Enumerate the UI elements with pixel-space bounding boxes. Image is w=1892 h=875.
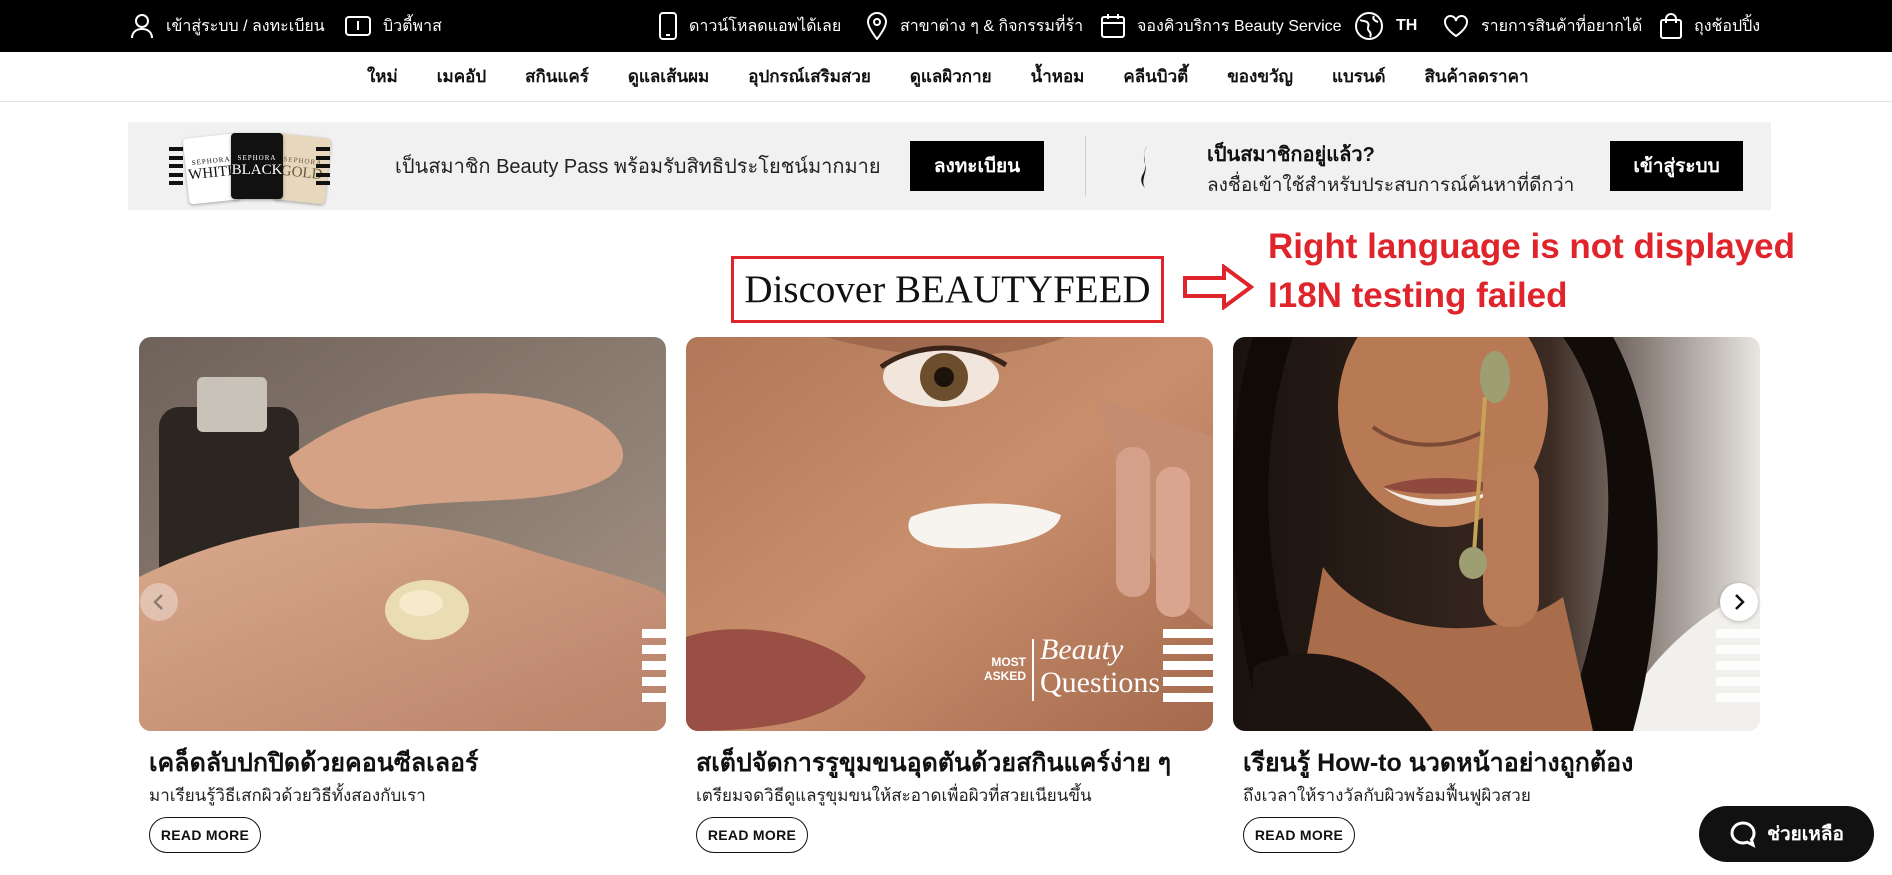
pass-card-icon	[345, 16, 371, 36]
article-card-concealer: เคล็ดลับปกปิดด้วยคอนซีลเลอร์ มาเรียนรู้ว…	[139, 337, 666, 853]
chat-bubble-icon	[1730, 821, 1756, 848]
login-register-label: เข้าสู่ระบบ / ลงทะเบียน	[166, 17, 325, 35]
language-label: TH	[1396, 17, 1418, 34]
banner-divider	[1085, 136, 1086, 196]
member-title: เป็นสมาชิกอยู่แล้ว?	[1207, 144, 1375, 166]
language-selector[interactable]: TH	[1354, 0, 1417, 52]
article-card-face-massage: เรียนรู้ How-to นวดหน้าอย่างถูกต้อง ถึงเ…	[1233, 337, 1760, 853]
login-register-link[interactable]: เข้าสู่ระบบ / ลงทะเบียน	[130, 0, 325, 52]
beauty-pass-label: บิวตี้พาส	[383, 17, 442, 35]
nav-item-haircare[interactable]: ดูแลเส้นผม	[628, 63, 709, 90]
sephora-stripes-logo-right	[316, 147, 330, 185]
article-image-pores[interactable]: MOST ASKED Beauty Questions	[686, 337, 1213, 731]
face-roller-photo	[1233, 337, 1760, 731]
login-button[interactable]: เข้าสู่ระบบ	[1610, 141, 1743, 191]
user-icon	[131, 14, 153, 39]
article-subtitle: ถึงเวลาให้รางวัลกับผิวพร้อมฟื้นฟูผิวสวย	[1243, 786, 1531, 805]
read-more-button[interactable]: READ MORE	[696, 817, 808, 853]
stores-events-link[interactable]: สาขาต่าง ๆ & กิจกรรมที่ร้า	[866, 0, 1083, 52]
annotation-line-1: Right language is not displayed	[1268, 227, 1795, 266]
article-title[interactable]: เคล็ดลับปกปิดด้วยคอนซีลเลอร์	[149, 743, 478, 783]
most-asked-badge: MOST ASKED	[983, 655, 1026, 683]
black-tier-card: SEPHORA BLACK	[231, 133, 283, 199]
chevron-left-icon	[153, 594, 163, 610]
article-title[interactable]: เรียนรู้ How-to นวดหน้าอย่างถูกต้อง	[1243, 743, 1633, 783]
overlay-beauty-word: Beauty	[1040, 633, 1124, 666]
sephora-flame-logo	[1141, 146, 1147, 188]
read-more-button[interactable]: READ MORE	[149, 817, 261, 853]
download-app-link[interactable]: ดาวน์โหลดแอพได้เลย	[659, 0, 841, 52]
sephora-stripes-logo	[169, 147, 183, 185]
register-button[interactable]: ลงทะเบียน	[910, 141, 1044, 191]
category-nav: ใหม่ เมคอัป สกินแคร์ ดูแลเส้นผม อุปกรณ์เ…	[0, 52, 1892, 102]
annotation-line-2: I18N testing failed	[1268, 276, 1568, 315]
nav-item-makeup[interactable]: เมคอัป	[437, 63, 486, 90]
article-subtitle: มาเรียนรู้วิธีเสกผิวด้วยวิธีทั้งสองกับเร…	[149, 786, 426, 805]
download-app-label: ดาวน์โหลดแอพได้เลย	[689, 17, 842, 35]
article-title[interactable]: สเต็ปจัดการรูขุมขนอุดตันด้วยสกินแคร์ง่าย…	[696, 743, 1171, 783]
article-card-pores: MOST ASKED Beauty Questions สเต็ปจัดการร…	[686, 337, 1213, 853]
help-chat-button[interactable]: ช่วยเหลือ	[1699, 806, 1874, 862]
shopping-bag-label: ถุงช้อปปิ้ง	[1694, 17, 1761, 35]
book-service-link[interactable]: จองคิวบริการ Beauty Service	[1101, 0, 1342, 52]
concealer-photo	[139, 337, 666, 731]
sephora-stripes-overlay	[1716, 629, 1760, 702]
wishlist-link[interactable]: รายการสินค้าที่อยากได้	[1443, 0, 1642, 52]
nav-item-bodycare[interactable]: ดูแลผิวกาย	[910, 63, 992, 90]
shopping-bag-icon	[1660, 13, 1682, 39]
nav-item-brands[interactable]: แบรนด์	[1332, 63, 1386, 90]
beautyfeed-title-highlight: Discover BEAUTYFEED	[731, 256, 1164, 323]
globe-icon	[1355, 12, 1383, 40]
shopping-bag-link[interactable]: ถุงช้อปปิ้ง	[1660, 0, 1760, 52]
nav-item-new[interactable]: ใหม่	[367, 63, 398, 90]
article-image-concealer[interactable]	[139, 337, 666, 731]
beauty-pass-promo-text: เป็นสมาชิก Beauty Pass พร้อมรับสิทธิประโ…	[395, 156, 881, 178]
article-image-face-massage[interactable]	[1233, 337, 1760, 731]
utility-bar: เข้าสู่ระบบ / ลงทะเบียน บิวตี้พาส ดาวน์โ…	[0, 0, 1892, 52]
nav-item-skincare[interactable]: สกินแคร์	[525, 63, 589, 90]
nav-item-fragrance[interactable]: น้ำหอม	[1031, 63, 1085, 90]
book-service-label: จองคิวบริการ Beauty Service	[1137, 17, 1342, 35]
help-label: ช่วยเหลือ	[1767, 824, 1844, 845]
overlay-divider	[1032, 639, 1034, 701]
mobile-phone-icon	[659, 12, 677, 40]
overlay-questions-word: Questions	[1040, 666, 1160, 699]
nav-item-clean-beauty[interactable]: คลีนบิวตี้	[1123, 63, 1188, 90]
annotation-arrow-icon	[1183, 264, 1254, 310]
nav-item-gifts[interactable]: ของขวัญ	[1227, 63, 1293, 90]
heart-icon	[1444, 15, 1468, 38]
nav-item-sale[interactable]: สินค้าลดราคา	[1425, 63, 1529, 90]
sephora-stripes-overlay	[642, 629, 666, 702]
section-title: Discover BEAUTYFEED	[744, 268, 1151, 311]
location-pin-icon	[866, 12, 888, 40]
chevron-right-icon	[1735, 594, 1745, 610]
member-subtitle: ลงชื่อเข้าใช้สำหรับประสบการณ์ค้นหาที่ดีก…	[1207, 175, 1575, 196]
sephora-stripes-overlay	[1163, 629, 1213, 702]
beauty-pass-banner: SEPHORA WHITE SEPHORA BLACK SEPHORA GOLD…	[128, 122, 1771, 210]
stores-events-label: สาขาต่าง ๆ & กิจกรรมที่ร้า	[900, 17, 1084, 35]
carousel-next-button[interactable]	[1720, 583, 1758, 621]
carousel-prev-button[interactable]	[140, 583, 178, 621]
wishlist-label: รายการสินค้าที่อยากได้	[1481, 17, 1643, 35]
nav-item-tools[interactable]: อุปกรณ์เสริมสวย	[748, 63, 871, 90]
article-subtitle: เตรียมจดวิธีดูแลรูขุมขนให้สะอาดเพื่อผิวท…	[696, 786, 1092, 805]
read-more-button[interactable]: READ MORE	[1243, 817, 1355, 853]
beauty-pass-link[interactable]: บิวตี้พาส	[345, 0, 442, 52]
calendar-icon	[1101, 14, 1125, 38]
